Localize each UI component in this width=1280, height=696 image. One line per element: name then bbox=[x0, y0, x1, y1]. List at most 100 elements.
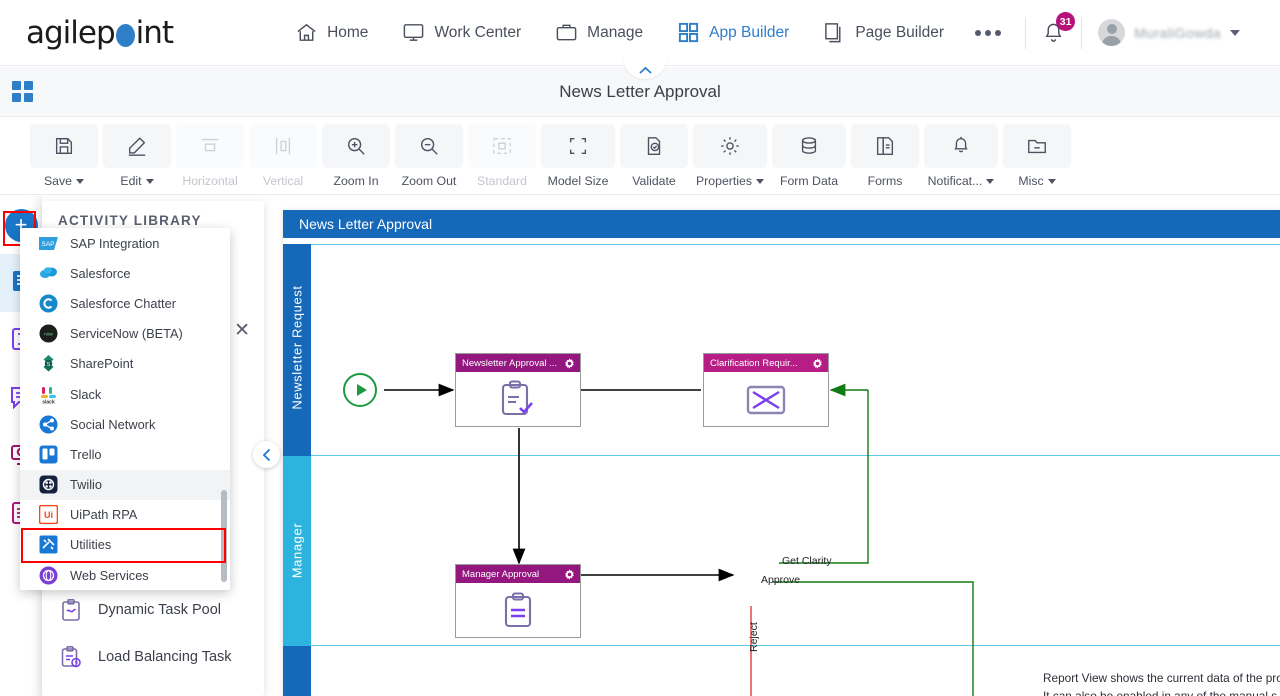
document-icon bbox=[851, 124, 919, 168]
dropdown-label: Twilio bbox=[70, 477, 102, 493]
dropdown-item-slack[interactable]: slack Slack bbox=[20, 379, 230, 409]
dropdown-label: Salesforce Chatter bbox=[70, 295, 176, 311]
task-body bbox=[704, 372, 828, 427]
toolbar-zoom-out[interactable]: Zoom Out bbox=[395, 117, 463, 188]
dropdown-item-salesforce-chatter[interactable]: Salesforce Chatter bbox=[20, 288, 230, 318]
dropdown-item-sap-integration[interactable]: SAP SAP Integration bbox=[20, 228, 230, 258]
trello-icon bbox=[39, 445, 58, 464]
dropdown-label: ServiceNow (BETA) bbox=[70, 326, 183, 342]
task-clarification-required[interactable]: Clarification Requir... bbox=[703, 353, 829, 427]
integration-dropdown-menu: SAP SAP Integration Salesforce Salesforc… bbox=[20, 228, 230, 590]
task-body bbox=[456, 583, 580, 638]
edge-label-approve: Approve bbox=[761, 574, 801, 586]
toolbar-label-save: Save bbox=[43, 174, 73, 188]
uipath-icon: Ui bbox=[39, 505, 58, 525]
collapse-header-button[interactable] bbox=[623, 57, 667, 79]
toolbar-forms[interactable]: Forms bbox=[851, 117, 919, 188]
logo-text-part2: int bbox=[135, 14, 174, 51]
nav-item-home[interactable]: Home bbox=[278, 0, 385, 66]
nav-label-work-center: Work Center bbox=[434, 23, 522, 41]
toolbar-save[interactable]: Save bbox=[30, 117, 98, 188]
nav-divider-1 bbox=[1025, 16, 1027, 49]
dropdown-item-salesforce[interactable]: Salesforce bbox=[20, 258, 230, 288]
nav-item-work-center[interactable]: Work Center bbox=[385, 0, 538, 66]
notification-count-badge: 31 bbox=[1056, 12, 1076, 31]
list-item[interactable]: Load Balancing Task bbox=[42, 633, 264, 680]
toolbar-edit[interactable]: Edit bbox=[103, 117, 171, 188]
toolbar-label-forms: Forms bbox=[867, 174, 903, 188]
nav-divider-2 bbox=[1081, 16, 1083, 49]
task-newsletter-approval[interactable]: Newsletter Approval ... bbox=[455, 353, 581, 427]
app-logo[interactable]: agilep int bbox=[26, 14, 174, 51]
gear-icon[interactable] bbox=[812, 357, 823, 369]
dropdown-label: Trello bbox=[70, 446, 102, 462]
chevron-left-icon bbox=[262, 448, 270, 461]
toolbar-label-form-data: Form Data bbox=[779, 174, 839, 188]
clipboard-icon bbox=[504, 591, 532, 627]
close-icon[interactable]: ✕ bbox=[234, 319, 250, 342]
pages-icon bbox=[823, 21, 846, 44]
zoom-in-icon bbox=[322, 124, 390, 168]
svg-text:SAP: SAP bbox=[41, 241, 54, 248]
dropdown-label: UiPath RPA bbox=[70, 507, 138, 523]
toolbar-properties[interactable]: Properties bbox=[693, 117, 767, 188]
report-view-note: Report View shows the current data of th… bbox=[1043, 669, 1280, 696]
toolbar-vertical[interactable]: Vertical bbox=[249, 117, 317, 188]
lane-divider bbox=[311, 645, 1280, 646]
canvas-collapse-button[interactable] bbox=[253, 441, 280, 468]
toolbar-misc[interactable]: Misc bbox=[1003, 117, 1071, 188]
dropdown-item-twilio[interactable]: Twilio bbox=[20, 469, 230, 500]
folder-icon bbox=[1003, 124, 1071, 168]
report-note-line1: Report View shows the current data of th… bbox=[1043, 671, 1280, 685]
utilities-icon bbox=[39, 535, 58, 554]
notifications-button[interactable]: 31 bbox=[1042, 12, 1076, 44]
toolbar-validate[interactable]: Validate bbox=[620, 117, 688, 188]
dynamic-task-pool-icon bbox=[58, 597, 84, 623]
play-icon bbox=[356, 384, 367, 396]
user-menu[interactable]: MuraliGowda bbox=[1098, 19, 1240, 46]
dot-3 bbox=[995, 29, 1002, 36]
approval-clipboard-icon bbox=[501, 379, 533, 415]
dropdown-item-web-services[interactable]: Web Services bbox=[20, 560, 230, 590]
toolbar-label-vertical: Vertical bbox=[262, 174, 304, 188]
toolbar-zoom-in[interactable]: Zoom In bbox=[322, 117, 390, 188]
load-balancing-task-icon bbox=[58, 644, 84, 670]
sharepoint-icon: S bbox=[39, 354, 58, 373]
dropdown-item-sharepoint[interactable]: S SharePoint bbox=[20, 349, 230, 379]
toolbar-form-data[interactable]: Form Data bbox=[772, 117, 846, 188]
avatar bbox=[1098, 19, 1126, 46]
nav-label-page-builder: Page Builder bbox=[855, 23, 945, 41]
task-manager-approval[interactable]: Manager Approval bbox=[455, 564, 581, 638]
dropdown-item-trello[interactable]: Trello bbox=[20, 439, 230, 469]
dropdown-label: Social Network bbox=[70, 416, 156, 432]
process-canvas[interactable]: News Letter Approval Newsletter Request … bbox=[283, 210, 1280, 696]
anonymous-start-icon bbox=[58, 691, 84, 696]
dropdown-scrollbar[interactable] bbox=[221, 490, 227, 582]
gear-icon[interactable] bbox=[564, 568, 575, 580]
nav-item-app-builder[interactable]: App Builder bbox=[660, 0, 806, 66]
dropdown-item-social-network[interactable]: Social Network bbox=[20, 409, 230, 439]
process-canvas-area: News Letter Approval Newsletter Request … bbox=[253, 205, 1280, 696]
nav-item-manage[interactable]: Manage bbox=[538, 0, 660, 66]
toolbar-standard[interactable]: Standard bbox=[468, 117, 536, 188]
start-event-node[interactable] bbox=[343, 373, 377, 407]
standard-size-icon bbox=[468, 124, 536, 168]
dropdown-item-uipath-rpa[interactable]: Ui UiPath RPA bbox=[20, 500, 230, 530]
toolbar-horizontal[interactable]: Horizontal bbox=[176, 117, 244, 188]
toolbar-notifications[interactable]: Notificat... bbox=[924, 117, 998, 188]
dropdown-item-utilities[interactable]: Utilities bbox=[20, 530, 230, 560]
nav-item-page-builder[interactable]: Page Builder bbox=[806, 0, 961, 66]
list-item[interactable]: Anonymous Start bbox=[42, 680, 264, 696]
save-icon bbox=[30, 124, 98, 168]
list-item[interactable]: Dynamic Task Pool bbox=[42, 586, 264, 633]
dropdown-item-servicenow[interactable]: now ServiceNow (BETA) bbox=[20, 319, 230, 349]
svg-text:Ui: Ui bbox=[44, 510, 53, 520]
nav-more-button[interactable] bbox=[975, 29, 1002, 36]
gear-icon[interactable] bbox=[564, 357, 575, 369]
grid-icon bbox=[677, 21, 700, 44]
toolbar-model-size[interactable]: Model Size bbox=[541, 117, 615, 188]
salesforce-chatter-icon bbox=[39, 294, 58, 313]
chevron-down-icon bbox=[1229, 29, 1240, 36]
lane-label: Newsletter Request bbox=[289, 285, 305, 410]
home-icon bbox=[295, 21, 318, 44]
